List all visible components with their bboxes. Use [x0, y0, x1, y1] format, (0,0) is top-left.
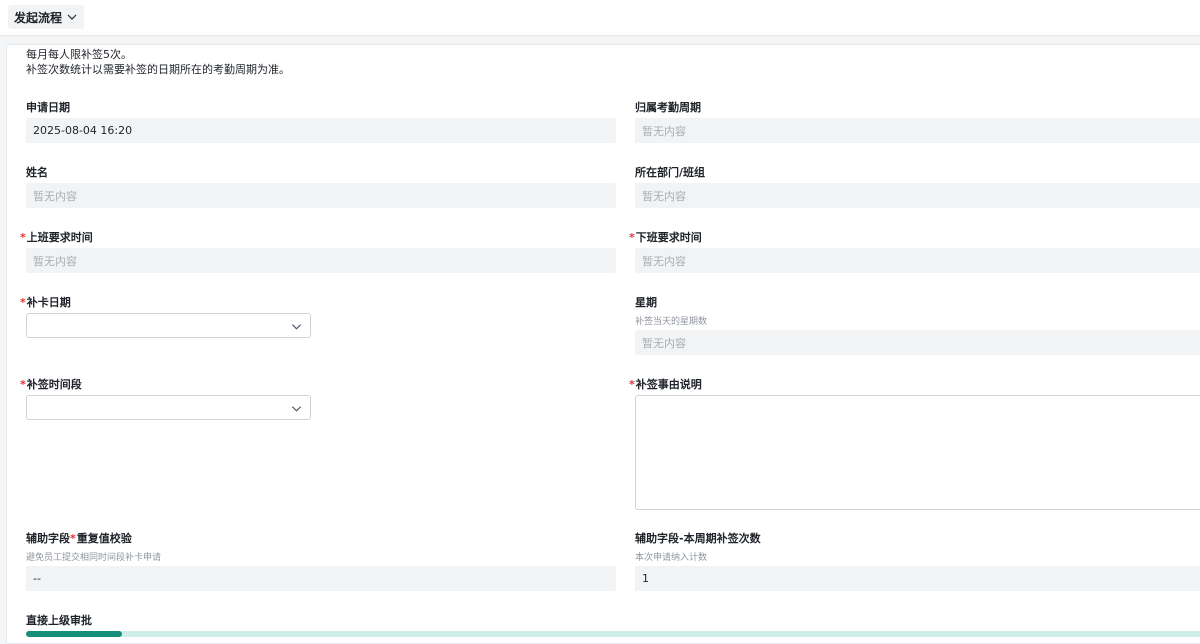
approval-progress-fill	[26, 631, 122, 637]
department-value: 暂无内容	[635, 183, 1200, 208]
period-count-label: 辅助字段-本周期补签次数	[635, 532, 761, 545]
required-mark: *	[629, 231, 635, 244]
notice-line-1: 每月每人限补签5次。	[26, 48, 132, 61]
work-end-label: *下班要求时间	[629, 229, 702, 245]
required-mark: *	[20, 296, 26, 309]
work-start-value: 暂无内容	[26, 248, 616, 273]
weekday-value: 暂无内容	[635, 330, 1200, 355]
period-count-hint: 本次申请纳入计数	[635, 553, 708, 563]
name-value: 暂无内容	[26, 183, 616, 208]
weekday-label: 星期	[635, 296, 657, 309]
attendance-period-value: 暂无内容	[635, 118, 1200, 143]
required-mark: *	[629, 378, 635, 391]
card-date-label: *补卡日期	[20, 294, 71, 310]
card-date-label-text: 补卡日期	[26, 296, 71, 309]
chevron-down-icon	[291, 324, 302, 330]
dup-check-value: --	[26, 566, 616, 591]
reason-label-text: 补签事由说明	[635, 378, 702, 391]
dup-check-label-a: 辅助字段	[26, 532, 70, 545]
apply-date-label: 申请日期	[26, 101, 70, 114]
work-end-value: 暂无内容	[635, 248, 1200, 273]
weekday-hint: 补签当天的星期数	[635, 317, 708, 327]
card-date-select[interactable]	[26, 313, 311, 338]
apply-date-value: 2025-08-04 16:20	[26, 118, 616, 143]
start-flow-label: 发起流程	[14, 10, 63, 25]
start-flow-button[interactable]: 发起流程	[8, 5, 85, 29]
reason-textarea[interactable]	[635, 395, 1200, 510]
chevron-down-icon	[67, 14, 77, 20]
form-panel: 每月每人限补签5次。 补签次数统计以需要补签的日期所在的考勤周期为准。 申请日期…	[6, 44, 1200, 644]
approval-progress-track	[26, 631, 1200, 637]
dup-check-label-b: 重复值校验	[76, 532, 132, 545]
approval-label: 直接上级审批	[26, 614, 92, 627]
work-start-label-text: 上班要求时间	[26, 231, 93, 244]
reason-label: *补签事由说明	[629, 376, 702, 392]
notice-text: 每月每人限补签5次。 补签次数统计以需要补签的日期所在的考勤周期为准。	[26, 47, 290, 77]
chevron-down-icon	[291, 406, 302, 412]
required-mark: *	[70, 532, 76, 545]
time-slot-label-text: 补签时间段	[26, 378, 82, 391]
dup-check-hint: 避免员工提交相同时间段补卡申请	[26, 553, 162, 563]
required-mark: *	[20, 231, 26, 244]
top-toolbar: 发起流程	[0, 0, 1200, 36]
work-end-label-text: 下班要求时间	[635, 231, 702, 244]
department-label: 所在部门/班组	[635, 166, 706, 179]
notice-line-2: 补签次数统计以需要补签的日期所在的考勤周期为准。	[26, 63, 290, 76]
attendance-period-label: 归属考勤周期	[635, 101, 701, 114]
period-count-value: 1	[635, 566, 1200, 591]
dup-check-label: 辅助字段*重复值校验	[26, 530, 132, 546]
work-start-label: *上班要求时间	[20, 229, 93, 245]
time-slot-label: *补签时间段	[20, 376, 82, 392]
name-label: 姓名	[26, 166, 48, 179]
required-mark: *	[20, 378, 26, 391]
time-slot-select[interactable]	[26, 395, 311, 420]
